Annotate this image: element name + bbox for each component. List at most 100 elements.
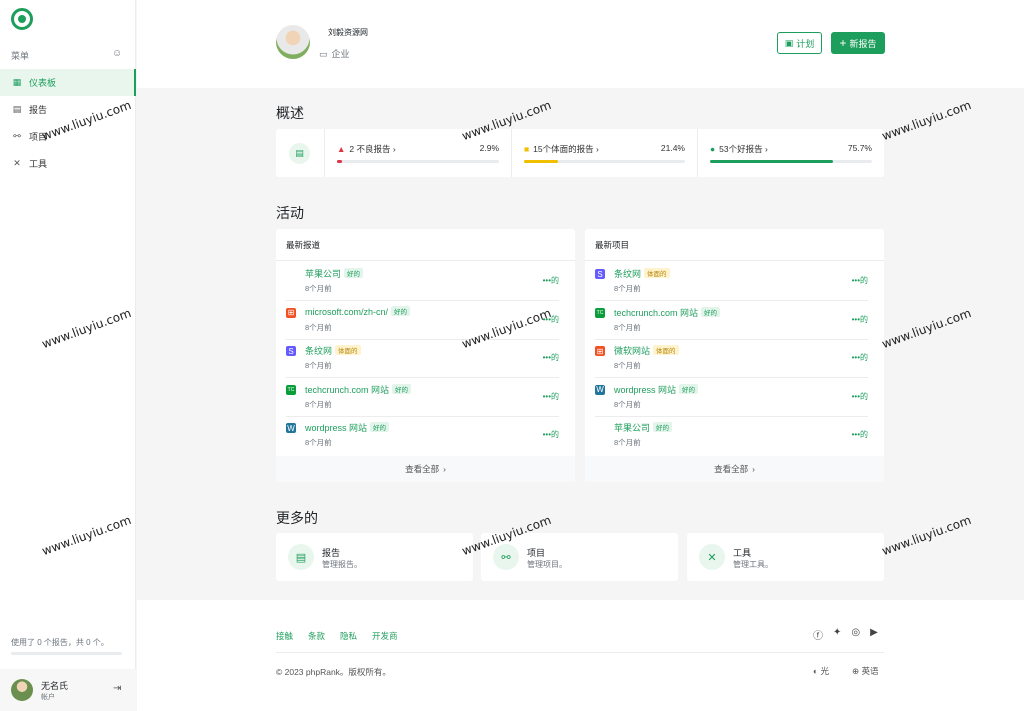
divider bbox=[585, 260, 884, 261]
grid-icon: ▦ bbox=[12, 77, 22, 87]
footer-link-privacy[interactable]: 隐私 bbox=[340, 630, 357, 642]
organization-type: ▭ 企业 bbox=[319, 47, 350, 60]
instagram-icon[interactable]: ◎ bbox=[851, 627, 860, 642]
more-options-button[interactable]: •••的 bbox=[852, 314, 868, 325]
avatar[interactable] bbox=[11, 679, 33, 701]
status-badge: 体面的 bbox=[653, 345, 679, 355]
list-item-title[interactable]: wordpress 网站 好的 bbox=[305, 421, 390, 434]
facebook-icon[interactable]: ⓕ bbox=[813, 627, 823, 642]
list-item[interactable]: S 条纹网 体面的 8个月前 •••的 bbox=[286, 339, 559, 378]
list-item-title-text: wordpress 网站 bbox=[305, 423, 368, 433]
user-box: 无名氏 帐户 ⇥ bbox=[0, 669, 136, 711]
status-badge: 好的 bbox=[653, 422, 673, 432]
more-card-subtitle: 管理项目。 bbox=[527, 560, 567, 569]
list-item-title[interactable]: 微软网站 体面的 bbox=[614, 344, 679, 357]
sidebar-item-tools[interactable]: ✕ 工具 bbox=[0, 150, 136, 177]
view-all-label: 查看全部 bbox=[714, 464, 749, 474]
wordpress-icon: W bbox=[595, 384, 605, 395]
sidebar-item-label: 仪表板 bbox=[29, 78, 57, 88]
more-options-button[interactable]: •••的 bbox=[543, 429, 559, 440]
theme-label: 光 bbox=[820, 666, 830, 676]
sidebar-item-dashboard[interactable]: ▦ 仪表板 bbox=[0, 69, 136, 96]
more-card-tools[interactable]: ✕ 工具 管理工具。 bbox=[687, 533, 884, 581]
list-item-title[interactable]: microsoft.com/zh-cn/好的 bbox=[305, 305, 411, 317]
footer-link-developers[interactable]: 开发商 bbox=[372, 630, 398, 642]
status-badge: 体面的 bbox=[644, 268, 670, 278]
more-options-button[interactable]: •••的 bbox=[543, 352, 559, 363]
list-item-title[interactable]: 苹果公司 好的 bbox=[305, 267, 364, 280]
organization-name: 刘毅资源网 bbox=[328, 28, 368, 37]
list-item[interactable]: TC techcrunch.com 网站 好的 8个月前 •••的 bbox=[595, 301, 868, 340]
calendar-icon: ▣ bbox=[784, 37, 794, 48]
list-item-title[interactable]: techcrunch.com 网站 好的 bbox=[614, 306, 721, 319]
more-card-title: 报告 bbox=[322, 548, 341, 558]
list-item-title[interactable]: 苹果公司 好的 bbox=[614, 421, 673, 434]
latest-reports-card: 最新报道 苹果公司 好的 8个月前 •••的 ⊞ microsoft.com/zh-cn/… bbox=[276, 229, 575, 482]
page-header bbox=[137, 0, 1024, 88]
logout-icon[interactable]: ⇥ bbox=[113, 683, 121, 694]
plan-button[interactable]: ▣ 计划 bbox=[777, 32, 822, 54]
overview-decent-reports[interactable]: ■ 15个体面的报告 › 21.4% bbox=[512, 129, 698, 177]
timestamp: 8个月前 bbox=[305, 438, 332, 447]
footer-link-terms[interactable]: 条款 bbox=[308, 630, 325, 642]
overview-fill bbox=[337, 160, 342, 163]
stripe-icon: S bbox=[286, 346, 296, 356]
view-all-reports-link[interactable]: 查看全部 › bbox=[276, 456, 575, 482]
view-all-projects-link[interactable]: 查看全部 › bbox=[585, 456, 884, 482]
footer-link-contact[interactable]: 接触 bbox=[276, 630, 293, 642]
overview-track bbox=[524, 160, 685, 163]
list-item[interactable]: 苹果公司 好的 8个月前 •••的 bbox=[595, 416, 868, 455]
more-card-reports[interactable]: ▤ 报告 管理报告。 bbox=[276, 533, 473, 581]
overview-label: ▲ 2 不良报告 › bbox=[337, 143, 396, 155]
more-options-button[interactable]: •••的 bbox=[852, 391, 868, 402]
more-options-button[interactable]: •••的 bbox=[543, 275, 559, 286]
more-options-button[interactable]: •••的 bbox=[852, 429, 868, 440]
more-card-subtitle: 管理报告。 bbox=[322, 560, 362, 569]
menu-toggle-icon[interactable]: ☺ bbox=[112, 48, 122, 59]
list-item-title[interactable]: 条纹网 体面的 bbox=[614, 267, 670, 280]
techcrunch-icon: TC bbox=[286, 384, 296, 395]
list-item[interactable]: ⊞ 微软网站 体面的 8个月前 •••的 bbox=[595, 339, 868, 378]
overview-good-reports[interactable]: ● 53个好报告 › 75.7% bbox=[698, 129, 884, 177]
list-item[interactable]: Wwordpress 网站 好的 8个月前 •••的 bbox=[595, 378, 868, 417]
theme-toggle[interactable]: ◐ 光 bbox=[813, 665, 829, 677]
twitter-icon[interactable]: ✦ bbox=[833, 627, 841, 642]
microsoft-icon: ⊞ bbox=[286, 307, 296, 318]
list-item[interactable]: Wwordpress 网站 好的 8个月前 •••的 bbox=[286, 416, 559, 455]
status-badge: 好的 bbox=[370, 422, 390, 432]
copyright: © 2023 phpRank。版权所有。 bbox=[276, 667, 391, 677]
apple-icon bbox=[286, 269, 296, 279]
globe-icon: ⊕ bbox=[852, 666, 860, 676]
list-item[interactable]: TC techcrunch.com 网站 好的 8个月前 •••的 bbox=[286, 378, 559, 417]
usage-text: 使用了 0 个报告，共 0 个。 bbox=[11, 638, 109, 647]
footer-links: 接触 条款 隐私 开发商 bbox=[276, 630, 398, 642]
organization-type-label: 企业 bbox=[331, 49, 350, 59]
sidebar-item-label: 报告 bbox=[29, 105, 48, 115]
organization-avatar bbox=[276, 25, 310, 59]
latest-projects-title: 最新项目 bbox=[595, 240, 630, 250]
youtube-icon[interactable]: ▶ bbox=[870, 627, 878, 642]
timestamp: 8个月前 bbox=[614, 322, 641, 332]
overview-track bbox=[710, 160, 872, 163]
more-options-button[interactable]: •••的 bbox=[852, 352, 868, 363]
overview-percent: 2.9% bbox=[479, 143, 499, 153]
language-selector[interactable]: ⊕ 英语 bbox=[852, 665, 879, 677]
more-title: 更多的 bbox=[276, 510, 318, 526]
list-item-title[interactable]: 条纹网 体面的 bbox=[305, 344, 361, 357]
list-item[interactable]: S 条纹网 体面的 8个月前 •••的 bbox=[595, 262, 868, 301]
list-item-title-text: microsoft.com/zh-cn/ bbox=[305, 306, 389, 317]
overview-fill bbox=[710, 160, 833, 163]
list-item-title[interactable]: techcrunch.com 网站 好的 bbox=[305, 383, 412, 396]
sidebar-item-label: 工具 bbox=[29, 159, 48, 169]
overview-bad-reports[interactable]: ▲ 2 不良报告 › 2.9% bbox=[325, 129, 512, 177]
more-options-button[interactable]: •••的 bbox=[543, 391, 559, 402]
list-item-title[interactable]: wordpress 网站 好的 bbox=[614, 383, 699, 396]
logo[interactable] bbox=[11, 8, 33, 30]
new-report-button[interactable]: + 新报告 bbox=[831, 32, 885, 54]
list-item[interactable]: 苹果公司 好的 8个月前 •••的 bbox=[286, 262, 559, 301]
chevron-right-icon: › bbox=[595, 144, 599, 154]
timestamp: 8个月前 bbox=[614, 399, 641, 409]
list-item-title-text: 苹果公司 bbox=[305, 269, 342, 279]
more-options-button[interactable]: •••的 bbox=[852, 275, 868, 286]
overview-title: 概述 bbox=[276, 105, 304, 121]
